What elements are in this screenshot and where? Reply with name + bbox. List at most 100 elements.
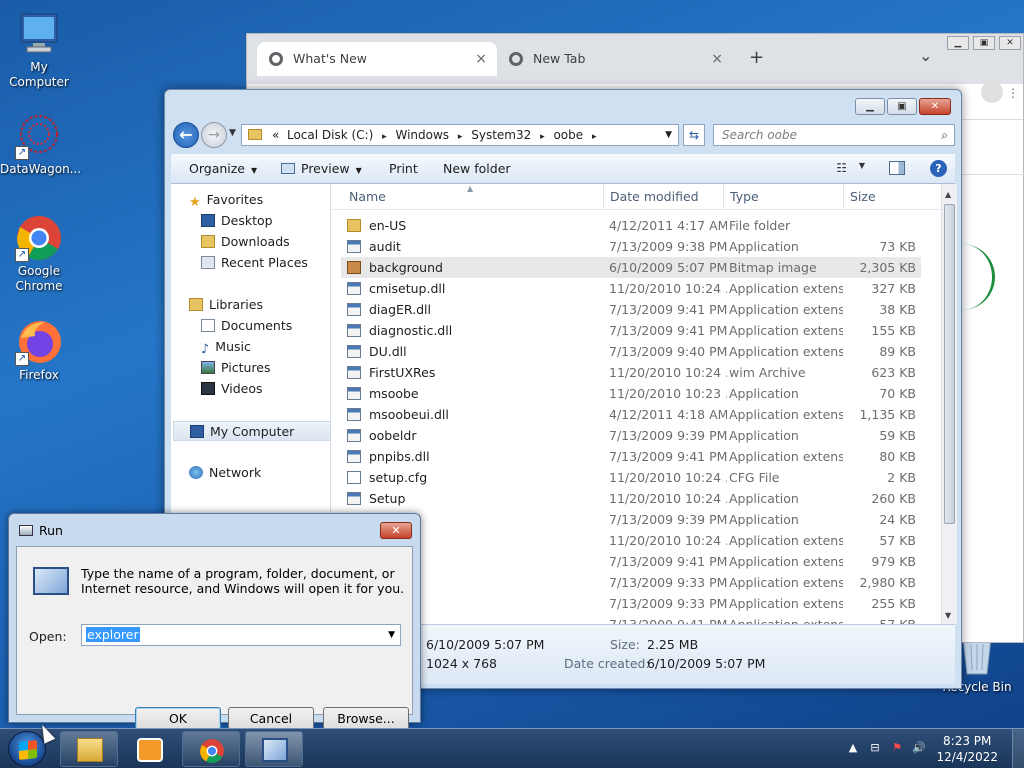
back-button[interactable]: ←: [173, 122, 199, 148]
minimize-button[interactable]: ▁: [855, 98, 885, 115]
close-tab-icon[interactable]: ×: [475, 42, 487, 76]
file-row[interactable]: en-US 4/12/2011 4:17 AM File folder: [341, 215, 921, 236]
vertical-scrollbar[interactable]: ▲ ▼: [941, 184, 957, 624]
chrome-tab-new-tab[interactable]: New Tab ×: [497, 42, 733, 76]
refresh-button[interactable]: ⇆: [683, 124, 705, 146]
nav-network[interactable]: Network: [189, 463, 347, 483]
action-center-icon[interactable]: ⚑: [890, 741, 904, 755]
file-row[interactable]: 7/13/2009 9:41 PMApplication extens... 97…: [341, 551, 921, 572]
chrome-menu-icon[interactable]: ⋮: [1007, 86, 1019, 100]
close-tab-icon[interactable]: ×: [711, 42, 723, 76]
file-row[interactable]: .dll7/13/2009 9:33 PMApplication extens.…: [341, 593, 921, 614]
address-bar[interactable]: « Local Disk (C:) ▸ Windows ▸ System32 ▸…: [241, 124, 679, 146]
breadcrumb-local-disk[interactable]: Local Disk (C:): [287, 128, 373, 142]
file-size: 57 KB: [843, 614, 916, 624]
file-date: 4/12/2011 4:18 AM: [609, 407, 727, 422]
new-tab-button[interactable]: +: [749, 47, 764, 68]
breadcrumb-separator-icon[interactable]: ▸: [540, 132, 545, 142]
help-icon[interactable]: ?: [930, 160, 947, 177]
print-button[interactable]: Print: [389, 154, 418, 183]
file-type: Application extens...: [729, 596, 843, 611]
chrome-minimize-button[interactable]: ▁: [947, 36, 969, 50]
new-folder-button[interactable]: New folder: [443, 154, 511, 183]
file-row[interactable]: oobeldr 7/13/2009 9:39 PM Application 59 KB: [341, 425, 921, 446]
file-row[interactable]: diagnostic.dll 7/13/2009 9:41 PM Applicati…: [341, 320, 921, 341]
file-row[interactable]: DU.dll 7/13/2009 9:40 PM Application exten…: [341, 341, 921, 362]
taskbar-run[interactable]: [245, 731, 303, 767]
open-input-value[interactable]: explorer: [86, 627, 140, 642]
scroll-up-icon[interactable]: ▲: [945, 190, 951, 199]
chrome-tab-whats-new[interactable]: What's New ×: [257, 42, 497, 76]
taskbar-media-player[interactable]: [120, 731, 178, 767]
open-input[interactable]: explorer ▼: [81, 624, 401, 646]
file-row[interactable]: audit 7/13/2009 9:38 PM Application 73 KB: [341, 236, 921, 257]
datawagon-icon: ↗: [15, 112, 63, 160]
file-row[interactable]: g.dll7/13/2009 9:33 PMApplication extens…: [341, 572, 921, 593]
preview-pane-icon[interactable]: [889, 161, 905, 175]
maximize-button[interactable]: ▣: [887, 98, 917, 115]
nav-my-computer[interactable]: My Computer: [173, 421, 331, 441]
organize-button[interactable]: Organize ▼: [189, 154, 257, 185]
file-row[interactable]: msoobeui.dll 4/12/2011 4:18 AM Application…: [341, 404, 921, 425]
network-tray-icon[interactable]: ⊟: [868, 741, 882, 755]
file-row[interactable]: background 6/10/2009 5:07 PM Bitmap image 2…: [341, 257, 921, 278]
nav-libraries[interactable]: Libraries: [189, 295, 347, 315]
chrome-maximize-button[interactable]: ▣: [973, 36, 995, 50]
taskbar-explorer[interactable]: [60, 731, 118, 767]
file-type: Application: [729, 386, 799, 401]
nav-favorites[interactable]: ★ Favorites: [189, 190, 347, 210]
address-dropdown-icon[interactable]: ▼: [665, 125, 672, 145]
breadcrumb-oobe[interactable]: oobe: [553, 128, 583, 142]
show-desktop-button[interactable]: [1012, 729, 1024, 768]
file-row[interactable]: pnpibs.dll 7/13/2009 9:41 PM Application e…: [341, 446, 921, 467]
column-name[interactable]: Name: [349, 184, 386, 210]
sort-ascending-icon: ▲: [467, 184, 474, 193]
breadcrumb-separator-icon[interactable]: ▸: [458, 132, 463, 142]
preview-button[interactable]: Preview ▼: [281, 154, 362, 185]
column-type[interactable]: Type: [730, 184, 759, 210]
desktop-icon-google-chrome[interactable]: ↗ Google Chrome: [0, 214, 78, 294]
breadcrumb-separator-icon[interactable]: ▸: [382, 132, 387, 142]
close-button[interactable]: ✕: [380, 522, 412, 539]
file-row[interactable]: setup.cfg 11/20/2010 10:24 ... CFG File 2 K…: [341, 467, 921, 488]
file-row[interactable]: FirstUXRes 11/20/2010 10:24 ... wim Archiv…: [341, 362, 921, 383]
open-history-dropdown-icon[interactable]: ▼: [388, 625, 395, 645]
close-button[interactable]: ✕: [919, 98, 951, 115]
scroll-down-icon[interactable]: ▼: [945, 611, 951, 620]
file-row[interactable]: msoobe 11/20/2010 10:23 ... Application 70 …: [341, 383, 921, 404]
desktop-icon-my-computer[interactable]: My Computer: [0, 10, 78, 90]
file-row[interactable]: 7/13/2009 9:41 PMApplication extens...57…: [341, 614, 921, 624]
file-row[interactable]: Setup 11/20/2010 10:24 ... Application 260 …: [341, 488, 921, 509]
scrollbar-thumb[interactable]: [944, 204, 955, 524]
breadcrumb-windows[interactable]: Windows: [395, 128, 449, 142]
nav-label: Documents: [221, 318, 293, 333]
file-row[interactable]: 7/13/2009 9:39 PM Application 24 KB: [341, 509, 921, 530]
view-options-chevron-icon[interactable]: ▼: [859, 161, 865, 170]
column-size[interactable]: Size: [850, 184, 876, 210]
clock[interactable]: 8:23 PM 12/4/2022: [936, 733, 998, 765]
breadcrumb-system32[interactable]: System32: [471, 128, 531, 142]
profile-avatar-icon[interactable]: [981, 81, 1003, 103]
forward-button[interactable]: →: [201, 122, 227, 148]
search-icon[interactable]: ⌕: [941, 125, 948, 145]
desktop-icon-datawagon[interactable]: ↗ DataWagon...: [0, 112, 81, 177]
change-view-icon[interactable]: ☷: [836, 161, 847, 175]
recent-pages-dropdown-icon[interactable]: ▼: [229, 128, 236, 138]
column-date-modified[interactable]: Date modified: [610, 184, 699, 210]
file-row[interactable]: diagER.dll 7/13/2009 9:41 PM Application e…: [341, 299, 921, 320]
run-icon: [19, 525, 33, 536]
file-row[interactable]: cmisetup.dll 11/20/2010 10:24 ... Applicat…: [341, 278, 921, 299]
taskbar-chrome[interactable]: [182, 731, 240, 767]
search-input[interactable]: Search oobe ⌕: [713, 124, 955, 146]
file-date: 11/20/2010 10:24 ...: [609, 281, 727, 296]
run-dialog[interactable]: Run ✕ Type the name of a program, folder…: [8, 513, 421, 731]
breadcrumb-separator-icon[interactable]: ▸: [592, 132, 597, 142]
breadcrumb-prefix[interactable]: «: [272, 128, 279, 142]
tab-search-icon[interactable]: ⌄: [919, 46, 932, 65]
file-row[interactable]: ll11/20/2010 10:24 ...Application extens…: [341, 530, 921, 551]
desktop-icon-firefox[interactable]: ↗ Firefox: [0, 318, 78, 383]
volume-icon[interactable]: 🔊: [912, 741, 926, 755]
show-hidden-icons-icon[interactable]: ▲: [846, 741, 860, 755]
file-list[interactable]: Name ▲ Date modified Type Size en-US 4/12…: [331, 184, 941, 624]
chrome-close-button[interactable]: ✕: [999, 36, 1021, 50]
